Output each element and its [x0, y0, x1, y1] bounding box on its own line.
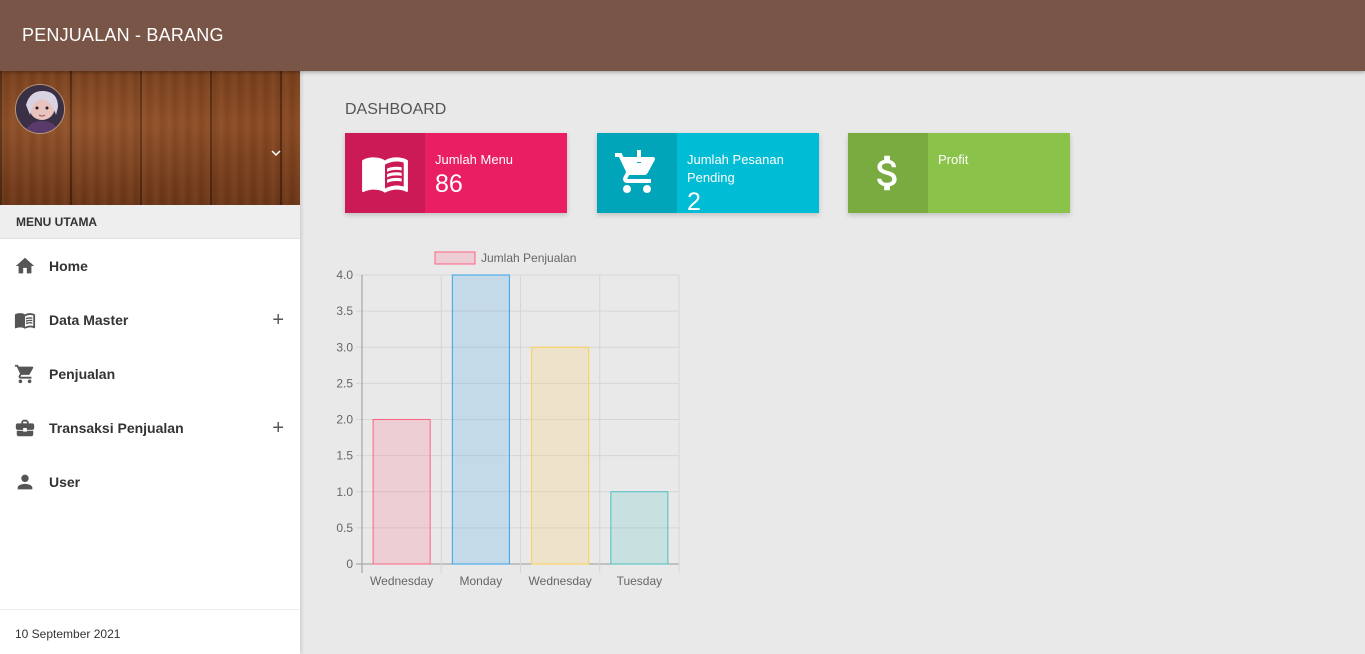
person-icon [13, 470, 37, 494]
sidebar-footer-date: 10 September 2021 [0, 609, 300, 654]
info-box-pesanan-pending[interactable]: Jumlah Pesanan Pending 2 [597, 133, 819, 216]
y-tick-label: 0.5 [336, 521, 353, 535]
x-tick-label: Wednesday [370, 574, 433, 588]
x-tick-label: Wednesday [529, 574, 592, 588]
sidebar-item-label: User [49, 474, 81, 490]
sidebar-item-data-master[interactable]: Data Master + [0, 293, 300, 347]
bar [610, 491, 669, 565]
sidebar-item-label: Data Master [49, 312, 129, 328]
y-tick-label: 4.0 [336, 268, 353, 282]
dollar-icon [848, 133, 928, 213]
bar [451, 274, 510, 565]
sidebar-item-user[interactable]: User [0, 455, 300, 509]
y-tick-label: 1.5 [336, 449, 353, 463]
cart-alert-icon [597, 133, 677, 213]
info-box-text: Jumlah Menu [435, 152, 514, 167]
y-tick-label: 3.5 [336, 304, 353, 318]
expand-plus-icon[interactable]: + [272, 310, 284, 330]
info-box-text: Jumlah Pesanan Pending [687, 152, 784, 185]
top-navbar: PENJUALAN - BARANG [0, 0, 1365, 71]
sales-bar-chart: 0 0.5 1.0 1.5 2.0 2.5 3.0 3.5 4.0 Wednesday Monday… [336, 251, 680, 588]
book-icon [13, 308, 37, 332]
expand-plus-icon[interactable]: + [272, 418, 284, 438]
y-tick-label: 1.0 [336, 485, 353, 499]
home-icon [13, 254, 37, 278]
y-tick-label: 2.0 [336, 413, 353, 427]
sidebar-item-transaksi-penjualan[interactable]: Transaksi Penjualan + [0, 401, 300, 455]
sidebar-item-label: Penjualan [49, 366, 116, 382]
legend-label: Jumlah Penjualan [481, 251, 576, 265]
sidebar-item-label: Home [49, 258, 88, 274]
menu-header: MENU UTAMA [0, 205, 300, 239]
bar [372, 419, 431, 565]
cart-icon [13, 362, 37, 386]
book-icon [345, 133, 425, 213]
sidebar: MENU UTAMA Home Data Master + Penjualan … [0, 71, 300, 654]
user-info-panel [0, 71, 300, 205]
x-tick-label: Monday [460, 574, 503, 588]
bar [531, 346, 590, 565]
briefcase-icon [13, 416, 37, 440]
sidebar-item-home[interactable]: Home [0, 239, 300, 293]
info-box-number: 2 [687, 188, 701, 216]
info-box-text: Profit [938, 152, 969, 167]
info-box-number: 86 [435, 170, 463, 198]
y-tick-label: 2.5 [336, 376, 353, 390]
info-box-jumlah-menu[interactable]: Jumlah Menu 86 [345, 133, 567, 213]
main-content: DASHBOARD Jumlah Menu 86 Jumlah Pesanan … [300, 71, 1365, 654]
y-tick-label: 3.0 [336, 340, 353, 354]
x-tick-label: Tuesday [617, 574, 663, 588]
app-title[interactable]: PENJUALAN - BARANG [22, 25, 224, 46]
legend-swatch [434, 251, 476, 265]
page-title: DASHBOARD [345, 101, 447, 118]
y-tick-label: 0 [346, 557, 353, 571]
chevron-down-icon[interactable] [267, 144, 285, 162]
avatar[interactable] [15, 84, 65, 134]
info-box-profit[interactable]: Profit [848, 133, 1070, 213]
sidebar-item-penjualan[interactable]: Penjualan [0, 347, 300, 401]
sidebar-item-label: Transaksi Penjualan [49, 420, 184, 436]
